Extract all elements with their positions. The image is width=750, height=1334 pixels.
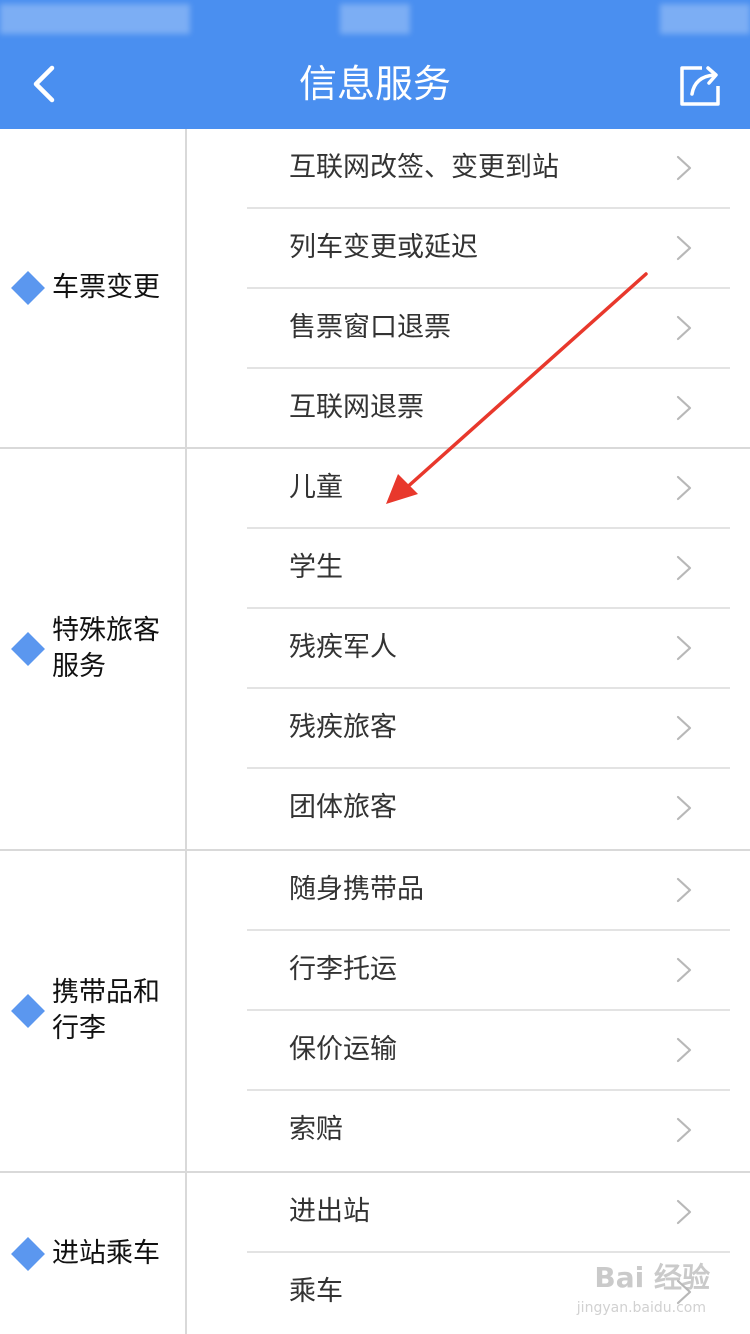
list-item-label: 残疾旅客 [289, 712, 397, 743]
screen: 信息服务 车票变更 互联网改签、变更到站 列车变更或延迟 售票窗口退票 互联网退票 特殊旅… [0, 0, 750, 1334]
diamond-bullet-icon [11, 1236, 45, 1271]
list-item-label: 列车变更或延迟 [289, 232, 478, 263]
list-item[interactable]: 索赔 [247, 1091, 730, 1171]
group-title: 进站乘车 [52, 1237, 160, 1269]
blurred-status-center [340, 4, 410, 34]
status-bar [0, 0, 750, 40]
list-item-label: 随身携带品 [289, 874, 424, 905]
group-title: 车票变更 [52, 272, 160, 303]
chevron-right-icon [676, 795, 692, 821]
list-item[interactable]: 互联网退票 [247, 369, 730, 449]
list-item-label: 保价运输 [289, 1034, 397, 1065]
chevron-right-icon [676, 475, 692, 501]
list-item[interactable]: 残疾军人 [247, 609, 730, 689]
list-item-label: 学生 [289, 552, 343, 583]
chevron-right-icon [676, 155, 692, 181]
list-item[interactable]: 保价运输 [247, 1011, 730, 1091]
service-list: 车票变更 互联网改签、变更到站 列车变更或延迟 售票窗口退票 互联网退票 特殊旅客 服务 儿童… [0, 129, 750, 1334]
group-items: 互联网改签、变更到站 列车变更或延迟 售票窗口退票 互联网退票 [187, 129, 750, 447]
diamond-bullet-icon [11, 994, 45, 1028]
list-item[interactable]: 售票窗口退票 [247, 289, 730, 369]
group-items: 随身携带品行李托运保价运输索赔 [187, 851, 750, 1171]
chevron-right-icon [676, 957, 692, 983]
list-item-label: 儿童 [289, 472, 343, 503]
blurred-status-left [0, 4, 190, 34]
list-item[interactable]: 团体旅客 [247, 769, 730, 849]
list-item[interactable]: 学生 [247, 529, 730, 609]
blurred-status-right [660, 4, 750, 34]
chevron-right-icon [676, 395, 692, 421]
watermark-url: jingyan.baidu.com [576, 1300, 706, 1316]
watermark-logo: Bai 经验 [594, 1261, 710, 1294]
list-item[interactable]: 儿童 [247, 449, 730, 529]
list-item-label: 售票窗口退票 [289, 312, 451, 343]
group-title-line: 行李 [52, 1013, 106, 1044]
chevron-right-icon [676, 315, 692, 341]
share-icon [680, 66, 720, 106]
chevron-right-icon [676, 555, 692, 581]
group-title: 携带品和 行李 [52, 975, 182, 1047]
group-label: 车票变更 [0, 129, 187, 447]
list-item[interactable]: 残疾旅客 [247, 689, 730, 769]
nav-bar: 信息服务 [0, 40, 750, 129]
chevron-right-icon [676, 1117, 692, 1143]
list-item[interactable]: 进出站 [247, 1173, 730, 1253]
service-group: 携带品和 行李 随身携带品 行李托运 保价运输 索赔 [0, 851, 750, 1173]
chevron-right-icon [676, 877, 692, 903]
group-title-line: 携带品和 [52, 977, 160, 1008]
list-item[interactable]: 列车变更或延迟 [247, 209, 730, 289]
service-group: 车票变更 互联网改签、变更到站 列车变更或延迟 售票窗口退票 互联网退票 [0, 129, 750, 449]
group-label: 携带品和 行李 [0, 851, 187, 1171]
page-title: 信息服务 [298, 62, 451, 106]
list-item-label: 残疾军人 [289, 632, 397, 663]
list-item[interactable]: 行李托运 [247, 931, 730, 1011]
chevron-right-icon [676, 1037, 692, 1063]
group-label: 特殊旅客 服务 [0, 449, 187, 849]
group-title-line: 特殊旅客 [52, 615, 160, 646]
list-item-label: 团体旅客 [289, 792, 397, 823]
list-item-label: 互联网退票 [289, 392, 424, 423]
group-label: 进站乘车 [0, 1173, 187, 1334]
chevron-right-icon [676, 1199, 692, 1225]
list-item-label: 进出站 [289, 1196, 370, 1227]
chevron-right-icon [676, 235, 692, 261]
diamond-bullet-icon [11, 632, 45, 666]
group-title: 特殊旅客 服务 [52, 613, 182, 685]
diamond-bullet-icon [11, 271, 45, 305]
group-items: 儿童学生残疾军人残疾旅客团体旅客 [187, 449, 750, 849]
list-item[interactable]: 互联网改签、变更到站 [247, 129, 730, 209]
group-title-line: 服务 [52, 651, 106, 682]
chevron-right-icon [676, 715, 692, 741]
chevron-right-icon [676, 635, 692, 661]
list-item[interactable]: 随身携带品 [247, 851, 730, 931]
list-item-label: 索赔 [289, 1114, 343, 1145]
list-item-label: 互联网改签、变更到站 [289, 152, 559, 183]
list-item-label: 行李托运 [289, 954, 397, 985]
share-button[interactable] [672, 56, 728, 112]
list-item-label: 乘车 [289, 1276, 343, 1307]
service-group: 特殊旅客 服务 儿童 学生 残疾军人 残疾旅客 团体旅客 [0, 449, 750, 851]
